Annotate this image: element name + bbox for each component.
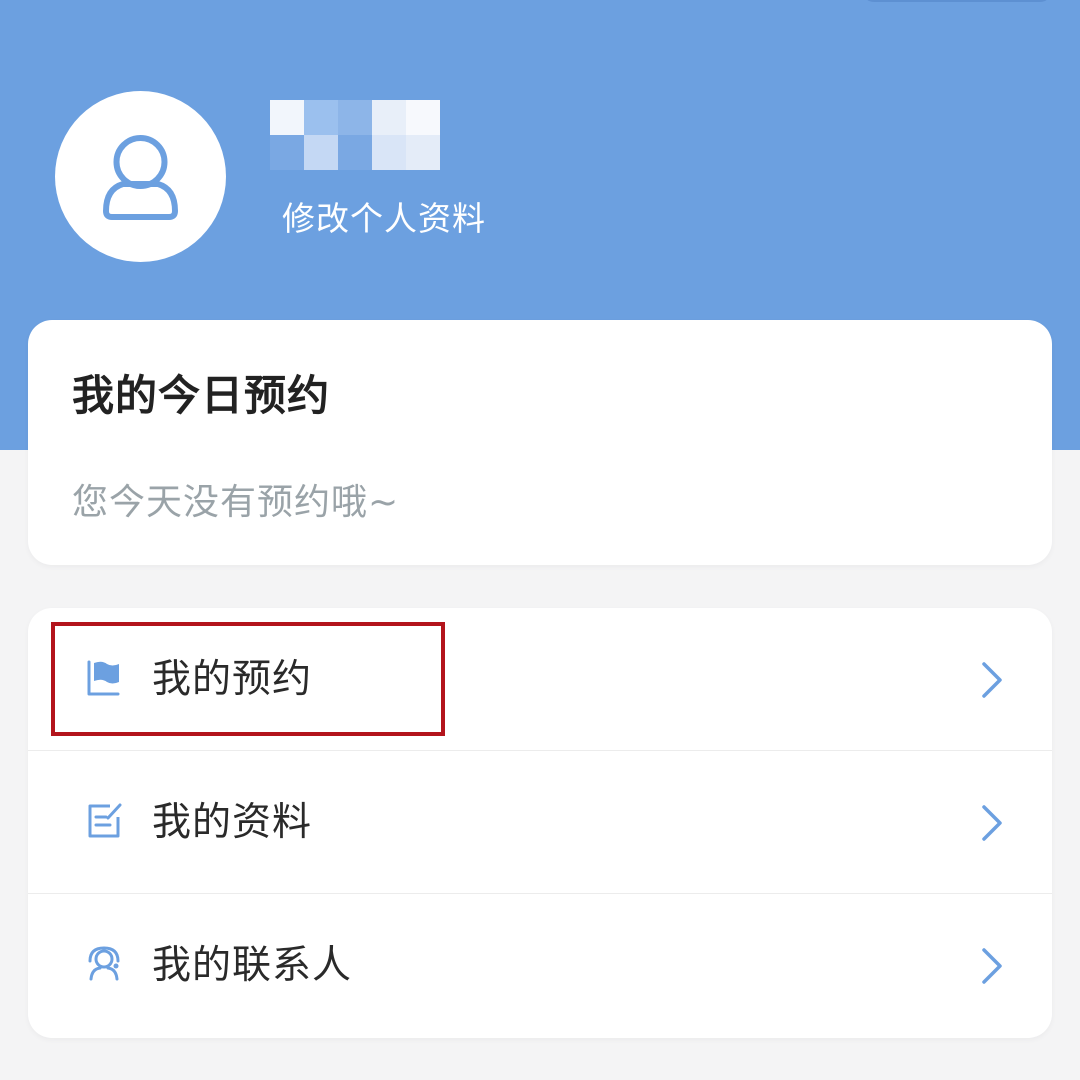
chevron-right-icon — [982, 805, 1002, 841]
menu-item-my-contacts[interactable]: 我的联系人 — [28, 894, 1052, 1037]
today-appointment-card: 我的今日预约 您今天没有预约哦~ — [28, 320, 1052, 565]
chevron-right-icon — [982, 662, 1002, 698]
menu-item-my-appointments[interactable]: 我的预约 — [28, 608, 1052, 751]
username-pixelated — [270, 100, 440, 170]
menu-item-label: 我的联系人 — [152, 943, 353, 988]
menu-item-label: 我的预约 — [152, 657, 313, 702]
menu-item-label: 我的资料 — [152, 800, 313, 845]
user-avatar-icon — [103, 135, 178, 220]
edit-profile-link[interactable]: 修改个人资料 — [282, 196, 486, 242]
menu-item-my-profile[interactable]: 我的资料 — [28, 751, 1052, 894]
menu-list: 我的预约 我的资料 我的联系人 — [28, 608, 1052, 1038]
contact-person-icon — [88, 946, 120, 981]
today-appointment-title: 我的今日预约 — [72, 371, 331, 420]
today-appointment-empty-text: 您今天没有预约哦~ — [72, 482, 400, 523]
edit-document-icon — [88, 803, 122, 838]
status-pill — [862, 0, 1052, 2]
avatar[interactable] — [55, 91, 226, 262]
flag-icon — [87, 660, 120, 696]
chevron-right-icon — [982, 948, 1002, 984]
